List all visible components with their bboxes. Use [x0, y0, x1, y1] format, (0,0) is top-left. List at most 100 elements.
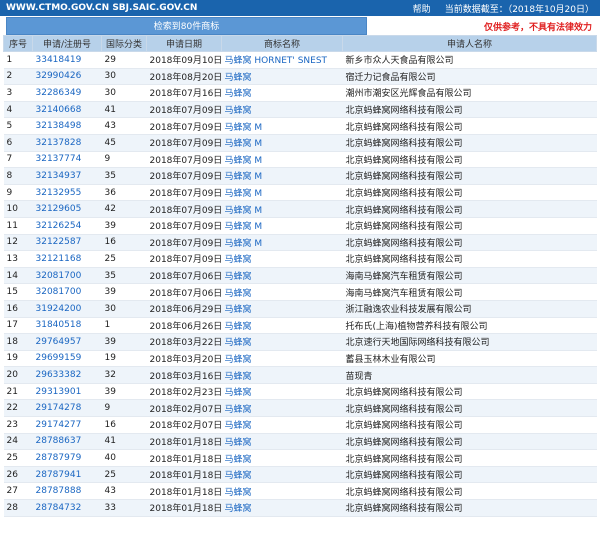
cell-reg-no[interactable]: 28787941	[32, 466, 102, 484]
cell-reg-no[interactable]: 29174277	[32, 416, 102, 434]
table-row[interactable]: 2 32990426 30 2018年08月20日 马蜂窝 宿迁力记食品有限公司	[3, 68, 597, 86]
table-row[interactable]: 27 28787888 43 2018年01月18日 马蜂窝 北京蚂蜂窝网络科技有限公司	[3, 482, 597, 501]
table-row[interactable]: 9 32132955 36 2018年07月09日 马蜂窝 M 北京蚂蜂窝网络科技有限公司	[3, 184, 597, 202]
help-link[interactable]: 帮助	[413, 2, 431, 15]
cell-reg-no[interactable]: 31924200	[32, 300, 102, 318]
cell-trademark[interactable]: 马蜂窝	[221, 449, 343, 467]
table-row[interactable]: 19 29699159 19 2018年03月20日 马蜂窝 蓄县玉林木业有限公司	[3, 350, 597, 368]
cell-trademark[interactable]: 马蜂窝 M	[221, 151, 343, 169]
cell-reg-no[interactable]: 28784732	[32, 499, 102, 517]
cell-applicant: 北京蚂蜂窝网络科技有限公司	[342, 217, 597, 235]
table-row[interactable]: 24 28788637 41 2018年01月18日 马蜂窝 北京蚂蜂窝网络科技有限公司	[3, 433, 597, 451]
cell-trademark[interactable]: 马蜂窝	[221, 68, 343, 86]
cell-trademark[interactable]: 马蜂窝	[221, 283, 343, 301]
cell-reg-no[interactable]: 29313901	[32, 383, 102, 401]
cell-trademark[interactable]: 马蜂窝 M	[221, 217, 343, 235]
cell-trademark[interactable]: 马蜂窝	[221, 466, 343, 484]
cell-trademark[interactable]: 马蜂窝	[221, 300, 343, 318]
cell-trademark[interactable]: 马蜂窝	[221, 333, 343, 351]
cell-trademark[interactable]: 马蜂窝 M	[221, 234, 343, 252]
cell-reg-no[interactable]: 32129605	[32, 200, 102, 218]
table-row[interactable]: 3 32286349 30 2018年07月16日 马蜂窝 潮州市潮安区光辉食品有限公司	[3, 84, 597, 102]
header-applicant[interactable]: 申请人名称	[342, 35, 597, 52]
cell-index: 27	[3, 482, 33, 501]
cell-trademark[interactable]: 马蜂窝	[221, 482, 343, 501]
header-reg-no[interactable]: 申请/注册号	[32, 35, 102, 52]
cell-trademark[interactable]: 马蜂窝	[221, 350, 343, 368]
table-row[interactable]: 23 29174277 16 2018年02月07日 马蜂窝 北京蚂蜂窝网络科技有限公司	[3, 416, 597, 434]
cell-applicant: 托布氏(上海)植物营养科技有限公司	[342, 317, 597, 335]
table-row[interactable]: 26 28787941 25 2018年01月18日 马蜂窝 北京蚂蜂窝网络科技有限公司	[3, 466, 597, 484]
cell-class: 45	[101, 134, 147, 152]
result-count-button[interactable]: 检索到80件商标	[6, 16, 367, 35]
table-row[interactable]: 25 28787979 40 2018年01月18日 马蜂窝 北京蚂蜂窝网络科技有限公司	[3, 449, 597, 467]
cell-trademark[interactable]: 马蜂窝	[221, 84, 343, 102]
table-row[interactable]: 16 31924200 30 2018年06月29日 马蜂窝 浙江融逸农业科技发展有限公司	[3, 300, 597, 318]
table-row[interactable]: 21 29313901 39 2018年02月23日 马蜂窝 北京蚂蜂窝网络科技有限公司	[3, 383, 597, 401]
cell-trademark[interactable]: 马蜂窝	[221, 383, 343, 401]
cell-reg-no[interactable]: 32081700	[32, 267, 102, 285]
table-row[interactable]: 28 28784732 33 2018年01月18日 马蜂窝 北京蚂蜂窝网络科技有限公司	[3, 499, 597, 517]
cell-trademark[interactable]: 马蜂窝	[221, 250, 343, 268]
cell-reg-no[interactable]: 32137774	[32, 151, 102, 169]
cell-reg-no[interactable]: 28787979	[32, 449, 102, 467]
site-domains: WWW.CTMO.GOV.CN SBJ.SAIC.GOV.CN	[6, 3, 198, 13]
cell-trademark[interactable]: 马蜂窝 M	[221, 200, 343, 218]
table-row[interactable]: 5 32138498 43 2018年07月09日 马蜂窝 M 北京蚂蜂窝网络科技有限公司	[3, 117, 597, 135]
table-row[interactable]: 13 32121168 25 2018年07月09日 马蜂窝 北京蚂蜂窝网络科技有限公司	[3, 250, 597, 268]
cell-trademark[interactable]: 马蜂窝	[221, 317, 343, 335]
cell-trademark[interactable]: 马蜂窝	[221, 101, 343, 119]
cell-trademark[interactable]: 马蜂窝	[221, 267, 343, 285]
cell-reg-no[interactable]: 32081700	[32, 283, 102, 301]
cell-trademark[interactable]: 马蜂窝	[221, 399, 343, 418]
cell-trademark[interactable]: 马蜂窝	[221, 416, 343, 434]
table-row[interactable]: 8 32134937 35 2018年07月09日 马蜂窝 M 北京蚂蜂窝网络科技有限公司	[3, 167, 597, 185]
cell-reg-no[interactable]: 32990426	[32, 68, 102, 86]
cell-reg-no[interactable]: 29174278	[32, 399, 102, 418]
table-row[interactable]: 12 32122587 16 2018年07月09日 马蜂窝 M 北京蚂蜂窝网络科技有限公…	[3, 234, 597, 252]
table-row[interactable]: 11 32126254 39 2018年07月09日 马蜂窝 M 北京蚂蜂窝网络科技有限公…	[3, 217, 597, 235]
cell-reg-no[interactable]: 28788637	[32, 433, 102, 451]
cell-trademark[interactable]: 马蜂窝	[221, 433, 343, 451]
table-row[interactable]: 20 29633382 32 2018年03月16日 马蜂窝 苗现青	[3, 366, 597, 384]
table-row[interactable]: 7 32137774 9 2018年07月09日 马蜂窝 M 北京蚂蜂窝网络科技有限公司	[3, 151, 597, 169]
cell-reg-no[interactable]: 29764957	[32, 333, 102, 351]
header-class[interactable]: 国际分类	[101, 35, 147, 52]
cell-reg-no[interactable]: 29633382	[32, 366, 102, 384]
table-row[interactable]: 6 32137828 45 2018年07月09日 马蜂窝 M 北京蚂蜂窝网络科技有限公司	[3, 134, 597, 152]
table-row[interactable]: 14 32081700 35 2018年07月06日 马蜂窝 海南马蜂窝汽车租赁有限公司	[3, 267, 597, 285]
cell-trademark[interactable]: 马蜂窝 M	[221, 184, 343, 202]
cell-trademark[interactable]: 马蜂窝	[221, 366, 343, 384]
table-row[interactable]: 22 29174278 9 2018年02月07日 马蜂窝 北京蚂蜂窝网络科技有限公司	[3, 399, 597, 418]
cell-trademark[interactable]: 马蜂窝 M	[221, 167, 343, 185]
table-row[interactable]: 18 29764957 39 2018年03月22日 马蜂窝 北京速行天地国际网络科技有限…	[3, 333, 597, 351]
cell-reg-no[interactable]: 32122587	[32, 234, 102, 252]
header-index[interactable]: 序号	[3, 35, 33, 52]
table-row[interactable]: 15 32081700 39 2018年07月06日 马蜂窝 海南马蜂窝汽车租赁有限公司	[3, 283, 597, 301]
table-row[interactable]: 4 32140668 41 2018年07月09日 马蜂窝 北京蚂蜂窝网络科技有限公司	[3, 101, 597, 119]
header-date[interactable]: 申请日期	[146, 35, 222, 52]
table-row[interactable]: 10 32129605 42 2018年07月09日 马蜂窝 M 北京蚂蜂窝网络科技有限公…	[3, 200, 597, 218]
table-row[interactable]: 17 31840518 1 2018年06月26日 马蜂窝 托布氏(上海)植物营养科技有限…	[3, 317, 597, 335]
cell-reg-no[interactable]: 32121168	[32, 250, 102, 268]
results-table: 序号 申请/注册号 国际分类 申请日期 商标名称 申请人名称 1 33418419…	[3, 35, 597, 517]
cell-reg-no[interactable]: 32132955	[32, 184, 102, 202]
cell-date: 2018年07月09日	[146, 234, 222, 252]
cell-reg-no[interactable]: 32286349	[32, 84, 102, 102]
cell-reg-no[interactable]: 33418419	[32, 51, 102, 69]
cell-reg-no[interactable]: 32134937	[32, 167, 102, 185]
cell-reg-no[interactable]: 32126254	[32, 217, 102, 235]
cell-applicant: 浙江融逸农业科技发展有限公司	[342, 300, 597, 318]
cell-reg-no[interactable]: 28787888	[32, 482, 102, 501]
cell-trademark[interactable]: 马蜂窝 HORNET' SNEST	[221, 51, 343, 69]
cell-reg-no[interactable]: 29699159	[32, 350, 102, 368]
cell-reg-no[interactable]: 32140668	[32, 101, 102, 119]
cell-reg-no[interactable]: 32138498	[32, 117, 102, 135]
table-row[interactable]: 1 33418419 29 2018年09月10日 马蜂窝 HORNET' SNEST 新…	[3, 51, 597, 69]
cell-reg-no[interactable]: 32137828	[32, 134, 102, 152]
cell-trademark[interactable]: 马蜂窝 M	[221, 134, 343, 152]
header-trademark[interactable]: 商标名称	[221, 35, 343, 52]
cell-trademark[interactable]: 马蜂窝 M	[221, 117, 343, 135]
cell-trademark[interactable]: 马蜂窝	[221, 499, 343, 517]
cell-reg-no[interactable]: 31840518	[32, 317, 102, 335]
